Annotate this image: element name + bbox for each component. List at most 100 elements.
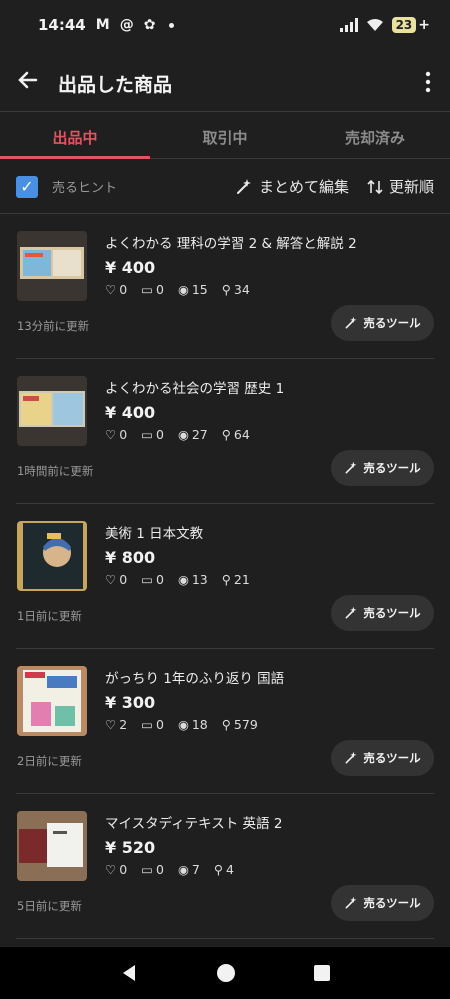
- sell-tool-label: 売るツール: [363, 316, 421, 330]
- wifi-icon: [366, 19, 383, 31]
- sell-tool-button[interactable]: 売るツール: [331, 305, 434, 341]
- item-name: よくわかる社会の学習 歴史 1: [105, 381, 285, 397]
- view-count: 18: [191, 717, 208, 732]
- item-name: よくわかる 理科の学習 2 & 解答と解説 2: [105, 236, 357, 252]
- like-count: 0: [119, 282, 128, 297]
- magic-wand-icon: [345, 751, 357, 764]
- item-price: ¥ 300: [105, 693, 156, 712]
- threads-icon: @: [119, 17, 134, 33]
- sell-tool-label: 売るツール: [363, 896, 421, 910]
- tab-listing[interactable]: 出品中: [0, 113, 150, 159]
- eye-icon: ◉: [177, 717, 189, 732]
- item-updated: 1日前に更新: [17, 609, 82, 623]
- list-item[interactable]: マイスタディテキスト 英語 2 ¥ 520 ♡ 0 ▭ 0 ◉ 7 ⚲ 4 5日前に更新…: [16, 794, 434, 939]
- view-count: 7: [191, 862, 200, 877]
- nav-recents-icon[interactable]: [313, 964, 331, 982]
- magic-wand-icon: [345, 896, 357, 909]
- item-stats: ♡ 2 ▭ 0 ◉ 18 ⚲ 579: [105, 717, 258, 732]
- comment-icon: ▭: [141, 282, 153, 297]
- view-count: 13: [191, 572, 208, 587]
- search-icon: ⚲: [221, 282, 231, 297]
- list-item[interactable]: 美術 1 日本文教 ¥ 800 ♡ 0 ▭ 0 ◉ 13 ⚲ 21 1日前に更新 売るツ…: [16, 504, 434, 649]
- sort-label: 更新順: [388, 178, 434, 196]
- item-name: がっちり 1年のふり返り 国語: [105, 671, 285, 687]
- sell-tool-button[interactable]: 売るツール: [331, 450, 434, 486]
- heart-icon: ♡: [105, 717, 117, 732]
- item-updated: 1時間前に更新: [17, 464, 94, 478]
- battery-icon: 23: [391, 17, 417, 33]
- more-vert-icon[interactable]: [424, 70, 432, 94]
- list-item[interactable]: よくわかる 理科の学習 2 & 解答と解説 2 ¥ 400 ♡ 0 ▭ 0 ◉ 15 …: [16, 214, 434, 359]
- comment-icon: ▭: [141, 572, 153, 587]
- item-updated: 2日前に更新: [17, 754, 82, 768]
- magic-wand-icon: [236, 178, 251, 194]
- heart-icon: ♡: [105, 282, 117, 297]
- eye-icon: ◉: [177, 282, 189, 297]
- eye-icon: ◉: [177, 862, 189, 877]
- back-arrow-icon[interactable]: [14, 66, 42, 94]
- comment-icon: ▭: [141, 427, 153, 442]
- system-nav-bar: [0, 947, 450, 999]
- charging-icon: +: [418, 17, 430, 33]
- sort-icon: [367, 179, 383, 194]
- view-count: 15: [191, 282, 208, 297]
- item-stats: ♡ 0 ▭ 0 ◉ 13 ⚲ 21: [105, 572, 250, 587]
- search-icon: ⚲: [221, 572, 231, 587]
- comment-icon: ▭: [141, 717, 153, 732]
- page-title: 出品した商品: [58, 74, 173, 96]
- hint-checkbox[interactable]: ✓: [16, 175, 38, 198]
- like-count: 0: [119, 427, 128, 442]
- item-thumbnail: [17, 521, 87, 591]
- status-bar: 14:44 M @ ✿ 23 +: [0, 0, 450, 50]
- search-icon: ⚲: [221, 717, 231, 732]
- list-item[interactable]: よくわかる社会の学習 歴史 1 ¥ 400 ♡ 0 ▭ 0 ◉ 27 ⚲ 64 1時間前…: [16, 359, 434, 504]
- comment-icon: ▭: [141, 862, 153, 877]
- item-thumbnail: [17, 811, 87, 881]
- item-thumbnail: [17, 231, 87, 301]
- signal-icon: [339, 18, 358, 32]
- item-stats: ♡ 0 ▭ 0 ◉ 27 ⚲ 64: [105, 427, 250, 442]
- more-notifications-dot: [169, 22, 175, 28]
- nav-home-icon[interactable]: [216, 963, 236, 983]
- heart-icon: ♡: [105, 862, 117, 877]
- search-count: 64: [233, 427, 250, 442]
- like-count: 0: [119, 572, 128, 587]
- hint-label: 売るヒント: [52, 181, 118, 196]
- heart-icon: ♡: [105, 572, 117, 587]
- eye-icon: ◉: [177, 572, 189, 587]
- nav-back-icon[interactable]: [119, 963, 139, 983]
- heart-icon: ♡: [105, 427, 117, 442]
- item-price: ¥ 400: [105, 403, 156, 422]
- tab-sold[interactable]: 売却済み: [300, 113, 450, 158]
- search-count: 579: [233, 717, 258, 732]
- item-thumbnail: [17, 376, 87, 446]
- list-toolbar: ✓ 売るヒント まとめて編集 更新順: [0, 160, 450, 214]
- sell-tool-button[interactable]: 売るツール: [331, 595, 434, 631]
- like-count: 0: [119, 862, 128, 877]
- bulk-edit-label: まとめて編集: [258, 178, 349, 196]
- sell-tool-label: 売るツール: [363, 751, 421, 765]
- list-item[interactable]: がっちり 1年のふり返り 国語 ¥ 300 ♡ 2 ▭ 0 ◉ 18 ⚲ 579 2日前…: [16, 649, 434, 794]
- view-count: 27: [191, 427, 208, 442]
- bulk-edit-button[interactable]: まとめて編集: [235, 176, 349, 197]
- item-name: マイスタディテキスト 英語 2: [105, 816, 283, 832]
- sort-button[interactable]: 更新順: [367, 176, 434, 197]
- item-thumbnail: [17, 666, 87, 736]
- like-count: 2: [119, 717, 128, 732]
- comment-count: 0: [155, 572, 164, 587]
- item-stats: ♡ 0 ▭ 0 ◉ 7 ⚲ 4: [105, 862, 234, 877]
- comment-count: 0: [155, 862, 164, 877]
- clock: 14:44: [38, 16, 86, 34]
- sell-tool-button[interactable]: 売るツール: [331, 740, 434, 776]
- app-icon: ✿: [143, 17, 156, 33]
- app-bar: 出品した商品: [0, 52, 450, 112]
- comment-count: 0: [155, 717, 164, 732]
- sell-tool-label: 売るツール: [363, 606, 421, 620]
- item-name: 美術 1 日本文教: [105, 526, 204, 542]
- item-price: ¥ 400: [105, 258, 156, 277]
- sell-tool-button[interactable]: 売るツール: [331, 885, 434, 921]
- comment-count: 0: [155, 282, 164, 297]
- comment-count: 0: [155, 427, 164, 442]
- search-count: 34: [233, 282, 250, 297]
- tab-in-trade[interactable]: 取引中: [150, 113, 300, 158]
